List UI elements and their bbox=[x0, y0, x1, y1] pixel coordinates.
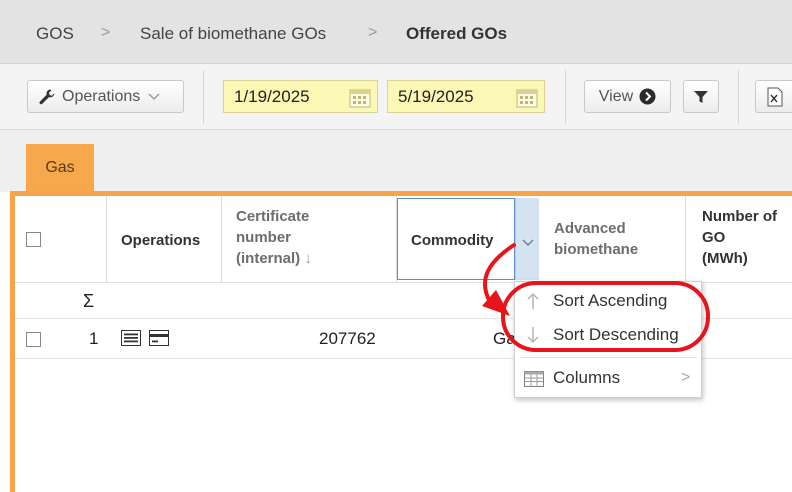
header-certificate-line: number bbox=[236, 229, 292, 246]
row-certificate-number: 207762 bbox=[319, 329, 376, 348]
wrench-icon bbox=[38, 88, 56, 106]
header-operations-label: Operations bbox=[121, 232, 201, 249]
chevron-right-icon: > bbox=[681, 369, 691, 386]
breadcrumb-separator: > bbox=[101, 24, 111, 41]
header-number-line: (MWh) bbox=[702, 250, 748, 267]
header-number-of-go[interactable]: Number of GO (MWh) bbox=[686, 196, 792, 283]
header-number-line: Number of bbox=[702, 208, 777, 225]
summary-sigma-icon: Σ bbox=[83, 291, 95, 311]
row-commodity: Ga bbox=[493, 329, 516, 348]
arrow-down-icon bbox=[527, 326, 539, 349]
date-to-value: 5/19/2025 bbox=[398, 86, 474, 106]
card-icon[interactable] bbox=[149, 330, 169, 351]
calendar-icon[interactable] bbox=[516, 88, 538, 113]
filter-icon bbox=[694, 90, 708, 104]
menu-divider bbox=[521, 357, 697, 358]
toolbar-divider bbox=[565, 70, 566, 124]
header-advanced-line: biomethane bbox=[554, 241, 639, 258]
view-button[interactable]: View bbox=[584, 80, 671, 113]
menu-item-sort-descending[interactable]: Sort Descending bbox=[515, 319, 703, 353]
calendar-icon[interactable] bbox=[349, 88, 371, 113]
breadcrumb-item-sale-of-biomethane-gos[interactable]: Sale of biomethane GOs bbox=[140, 24, 326, 44]
menu-item-label: Sort Descending bbox=[553, 325, 679, 344]
toolbar-divider bbox=[738, 70, 739, 124]
filter-button[interactable] bbox=[683, 80, 719, 113]
sort-descending-indicator-icon: ↓ bbox=[304, 250, 312, 267]
arrow-up-icon bbox=[527, 292, 539, 315]
menu-item-label: Sort Ascending bbox=[553, 291, 668, 310]
date-from-field[interactable]: 1/19/2025 bbox=[223, 80, 378, 113]
header-certificate-number[interactable]: Certificate number (internal) ↓ bbox=[222, 196, 397, 283]
header-certificate-line: Certificate bbox=[236, 208, 310, 225]
breadcrumb-separator: > bbox=[368, 24, 378, 41]
chevron-down-icon bbox=[148, 93, 160, 101]
date-to-field[interactable]: 5/19/2025 bbox=[387, 80, 545, 113]
breadcrumb-item-gos[interactable]: GOS bbox=[36, 24, 74, 44]
chevron-down-icon bbox=[522, 234, 534, 252]
row-index: 1 bbox=[89, 329, 99, 348]
header-select-all-cell bbox=[15, 196, 107, 283]
column-context-menu: Sort Ascending Sort Descending Columns > bbox=[514, 281, 702, 398]
export-excel-button[interactable] bbox=[755, 80, 792, 113]
row-checkbox[interactable] bbox=[26, 332, 41, 347]
header-certificate-line: (internal) bbox=[236, 250, 301, 267]
tab-gas[interactable]: Gas bbox=[26, 144, 94, 192]
operations-label: Operations bbox=[62, 87, 141, 105]
breadcrumb-item-offered-gos: Offered GOs bbox=[406, 24, 508, 43]
toolbar: Operations 1/19/2025 5/19/2025 View bbox=[0, 64, 792, 130]
arrow-right-circle-icon bbox=[639, 88, 656, 105]
operations-dropdown-button[interactable]: Operations bbox=[27, 80, 184, 113]
commodity-header-focus bbox=[397, 198, 515, 280]
view-label: View bbox=[598, 87, 634, 105]
header-number-line: GO bbox=[702, 229, 726, 246]
excel-icon bbox=[767, 87, 783, 107]
details-list-icon[interactable] bbox=[121, 330, 141, 351]
header-advanced-line: Advanced bbox=[554, 220, 626, 237]
select-all-checkbox[interactable] bbox=[26, 232, 41, 247]
header-operations[interactable]: Operations bbox=[107, 196, 222, 283]
columns-icon bbox=[524, 371, 544, 392]
breadcrumb: GOS > Sale of biomethane GOs > Offered G… bbox=[0, 0, 792, 64]
tab-strip bbox=[0, 130, 792, 192]
column-menu-trigger[interactable] bbox=[515, 198, 539, 280]
header-advanced-biomethane[interactable]: Advanced biomethane bbox=[540, 196, 686, 283]
menu-item-label: Columns bbox=[553, 368, 621, 387]
date-from-value: 1/19/2025 bbox=[234, 86, 310, 106]
toolbar-divider bbox=[203, 70, 204, 124]
menu-item-columns[interactable]: Columns > bbox=[515, 362, 703, 396]
menu-item-sort-ascending[interactable]: Sort Ascending bbox=[515, 285, 703, 319]
